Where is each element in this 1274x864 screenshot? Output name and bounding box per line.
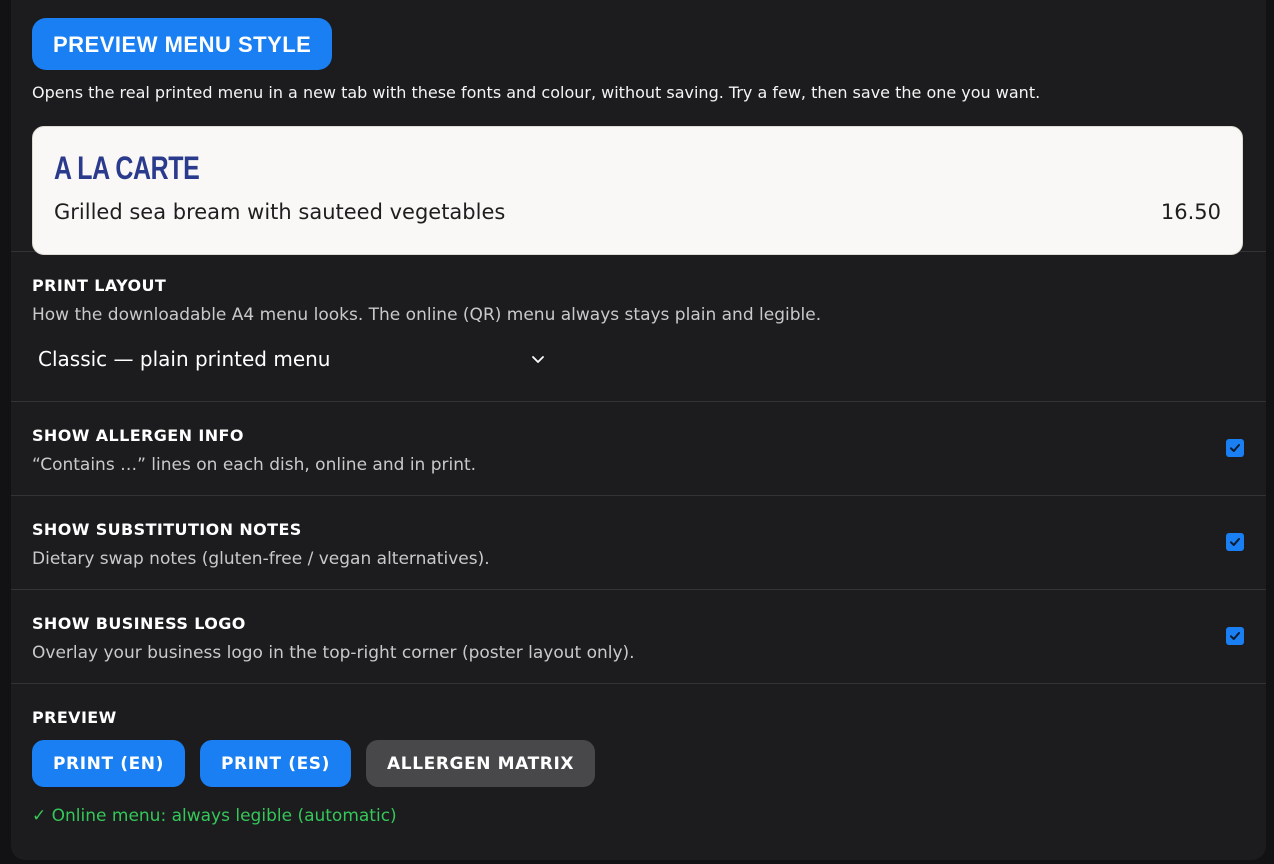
print-layout-title: PRINT LAYOUT (32, 276, 167, 295)
settings-panel: PREVIEW MENU STYLE Opens the real printe… (11, 0, 1266, 860)
preview-menu-style-button[interactable]: PREVIEW MENU STYLE (32, 18, 333, 70)
print-layout-select[interactable]: Classic — plain printed menu (32, 340, 552, 378)
allergen-matrix-button[interactable]: ALLERGEN MATRIX (366, 740, 596, 787)
print-layout-description: How the downloadable A4 menu looks. The … (32, 305, 822, 325)
substitution-notes-title: SHOW SUBSTITUTION NOTES (32, 520, 302, 539)
sample-dish-price: 16.50 (1160, 200, 1221, 224)
print-layout-selected-value: Classic — plain printed menu (38, 347, 331, 371)
business-logo-section: SHOW BUSINESS LOGO Overlay your business… (11, 590, 1266, 684)
business-logo-description: Overlay your business logo in the top-ri… (32, 643, 635, 663)
print-layout-section: PRINT LAYOUT How the downloadable A4 men… (11, 252, 1266, 402)
menu-style-section: PREVIEW MENU STYLE Opens the real printe… (11, 0, 1266, 255)
print-en-button[interactable]: PRINT (EN) (32, 740, 185, 787)
online-menu-status: ✓ Online menu: always legible (automatic… (32, 806, 397, 826)
sample-dish-name: Grilled sea bream with sauteed vegetable… (54, 200, 506, 224)
business-logo-checkbox[interactable] (1226, 627, 1244, 645)
allergen-info-title: SHOW ALLERGEN INFO (32, 426, 244, 445)
allergen-info-description: “Contains …” lines on each dish, online … (32, 455, 477, 475)
checkmark-icon (1230, 538, 1240, 546)
substitution-notes-description: Dietary swap notes (gluten-free / vegan … (32, 549, 490, 569)
business-logo-title: SHOW BUSINESS LOGO (32, 614, 246, 633)
preview-button-row: PRINT (EN) PRINT (ES) ALLERGEN MATRIX (32, 740, 1245, 787)
preview-intro-text: Opens the real printed menu in a new tab… (32, 83, 1041, 102)
allergen-info-section: SHOW ALLERGEN INFO “Contains …” lines on… (11, 402, 1266, 496)
checkmark-icon (1230, 444, 1240, 452)
chevron-down-icon (532, 356, 544, 363)
print-es-button[interactable]: PRINT (ES) (200, 740, 352, 787)
preview-section: PREVIEW PRINT (EN) PRINT (ES) ALLERGEN M… (11, 684, 1266, 827)
sample-section-heading: A LA CARTE (54, 150, 200, 186)
substitution-notes-checkbox[interactable] (1226, 533, 1244, 551)
allergen-info-checkbox[interactable] (1226, 439, 1244, 457)
checkmark-icon (1230, 632, 1240, 640)
sample-dish-row: Grilled sea bream with sauteed vegetable… (54, 199, 1221, 225)
menu-style-sample-card: A LA CARTE Grilled sea bream with sautee… (32, 126, 1243, 255)
preview-title: PREVIEW (32, 708, 117, 727)
substitution-notes-section: SHOW SUBSTITUTION NOTES Dietary swap not… (11, 496, 1266, 590)
